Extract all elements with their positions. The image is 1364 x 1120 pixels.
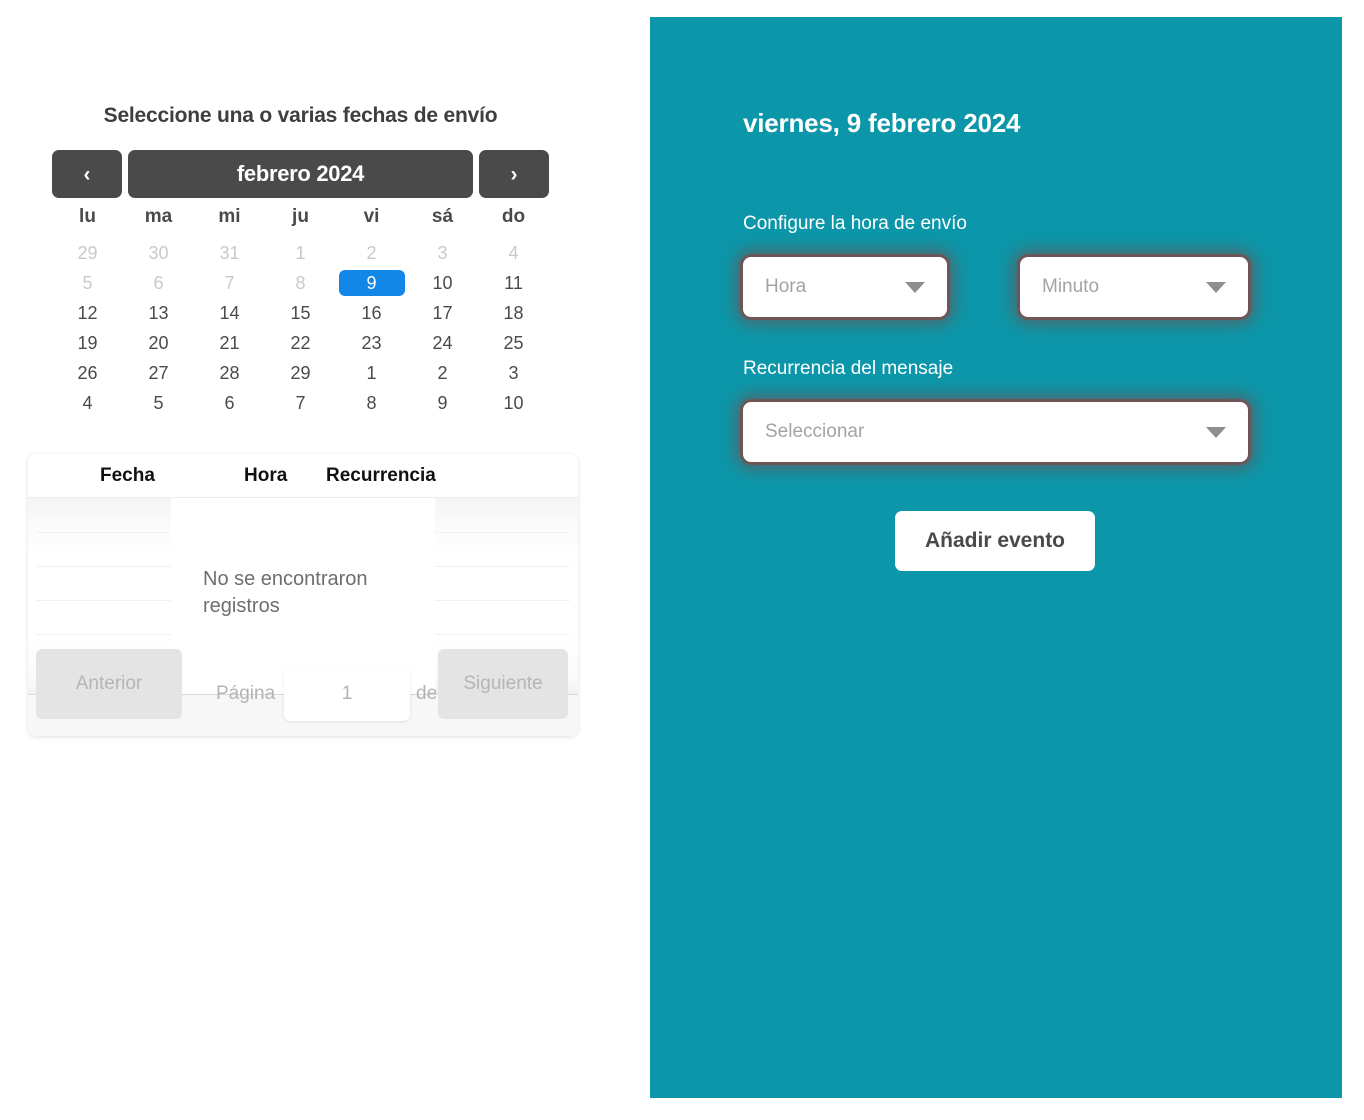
calendar-day[interactable]: 6 xyxy=(206,390,254,416)
weekday-header-do: do xyxy=(501,206,526,227)
calendar-day[interactable]: 19 xyxy=(64,330,112,356)
pagination-bar: Anterior Página de 1 Siguiente xyxy=(28,649,578,736)
calendar-day[interactable]: 10 xyxy=(419,270,467,296)
calendar-day[interactable]: 20 xyxy=(135,330,183,356)
calendar-panel: Seleccione una o varias fechas de envío … xyxy=(0,0,650,1120)
calendar-days-grid: 29 30 31 1 2 3 4 5 6 7 8 9 10 11 12 13 14 15 16 17 18 19 20 21 2… xyxy=(52,238,549,418)
calendar-title: Seleccione una o varias fechas de envío xyxy=(103,104,498,127)
weekday-header-mi: mi xyxy=(218,206,241,227)
calendar-day-selected[interactable]: 9 xyxy=(338,270,405,296)
calendar-nav: ‹ febrero 2024 › xyxy=(52,150,549,198)
empty-state-message: No se encontraron registros xyxy=(203,568,368,617)
pagination-page-label: Página xyxy=(216,683,276,704)
calendar-day[interactable]: 22 xyxy=(277,330,325,356)
recurrence-section-label: Recurrencia del mensaje xyxy=(743,358,954,379)
calendar-day[interactable]: 29 xyxy=(64,240,112,266)
column-header-fecha[interactable]: Fecha xyxy=(100,465,155,487)
chevron-down-icon xyxy=(1206,427,1226,438)
calendar-day[interactable]: 25 xyxy=(490,330,538,356)
minute-select-placeholder: Minuto xyxy=(1042,276,1100,297)
next-month-button[interactable]: › xyxy=(479,150,549,198)
calendar-day[interactable]: 23 xyxy=(348,330,396,356)
calendar-day[interactable]: 6 xyxy=(135,270,183,296)
page-root: Seleccione una o varias fechas de envío … xyxy=(0,0,1364,1120)
events-table-card: Fecha Hora Recurrencia No se encontraron… xyxy=(28,454,578,736)
prev-month-button[interactable]: ‹ xyxy=(52,150,122,198)
column-header-hora[interactable]: Hora xyxy=(244,465,287,487)
calendar-day[interactable]: 31 xyxy=(206,240,254,266)
calendar-day[interactable]: 3 xyxy=(419,240,467,266)
calendar-day[interactable]: 10 xyxy=(490,390,538,416)
weekday-header-lu: lu xyxy=(79,206,96,227)
calendar-day[interactable]: 13 xyxy=(135,300,183,326)
events-table-header: Fecha Hora Recurrencia xyxy=(28,454,578,498)
calendar-day[interactable]: 16 xyxy=(348,300,396,326)
calendar-day[interactable]: 21 xyxy=(206,330,254,356)
minute-select[interactable]: Minuto xyxy=(1020,257,1248,317)
calendar-day[interactable]: 18 xyxy=(490,300,538,326)
calendar-day[interactable]: 8 xyxy=(348,390,396,416)
calendar-day[interactable]: 27 xyxy=(135,360,183,386)
page-number-input[interactable] xyxy=(284,667,410,721)
chevron-down-icon xyxy=(905,282,925,293)
calendar-day[interactable]: 30 xyxy=(135,240,183,266)
calendar-day[interactable]: 1 xyxy=(348,360,396,386)
calendar-day[interactable]: 11 xyxy=(490,270,538,296)
weekday-header-ju: ju xyxy=(292,206,309,227)
calendar-day[interactable]: 24 xyxy=(419,330,467,356)
calendar-day[interactable]: 12 xyxy=(64,300,112,326)
recurrence-select[interactable]: Seleccionar xyxy=(743,402,1248,462)
time-section-label: Configure la hora de envío xyxy=(743,213,967,234)
calendar-day[interactable]: 26 xyxy=(64,360,112,386)
calendar-day[interactable]: 4 xyxy=(490,240,538,266)
next-page-button[interactable]: Siguiente xyxy=(438,649,568,719)
weekday-header-sá: sá xyxy=(431,206,454,227)
calendar-day[interactable]: 2 xyxy=(348,240,396,266)
hour-select-placeholder: Hora xyxy=(765,276,807,297)
calendar-day[interactable]: 5 xyxy=(135,390,183,416)
calendar-day[interactable]: 8 xyxy=(277,270,325,296)
weekday-header-row: lu ma mi ju vi sá do xyxy=(52,206,549,228)
column-header-recurrencia[interactable]: Recurrencia xyxy=(326,465,436,487)
month-year-label[interactable]: febrero 2024 xyxy=(128,150,473,198)
add-event-button[interactable]: Añadir evento xyxy=(895,511,1095,571)
calendar-day[interactable]: 7 xyxy=(206,270,254,296)
calendar-day[interactable]: 3 xyxy=(490,360,538,386)
weekday-header-vi: vi xyxy=(363,206,380,227)
selected-date-heading: viernes, 9 febrero 2024 xyxy=(743,108,1021,138)
calendar-day[interactable]: 2 xyxy=(419,360,467,386)
calendar-day[interactable]: 28 xyxy=(206,360,254,386)
calendar-day[interactable]: 5 xyxy=(64,270,112,296)
weekday-header-ma: ma xyxy=(144,206,173,227)
event-config-panel: viernes, 9 febrero 2024 Configure la hor… xyxy=(650,17,1342,1098)
recurrence-select-placeholder: Seleccionar xyxy=(765,421,865,442)
calendar-day[interactable]: 1 xyxy=(277,240,325,266)
calendar-day[interactable]: 4 xyxy=(64,390,112,416)
calendar-day[interactable]: 29 xyxy=(277,360,325,386)
calendar-day[interactable]: 15 xyxy=(277,300,325,326)
calendar-day[interactable]: 14 xyxy=(206,300,254,326)
calendar-day[interactable]: 9 xyxy=(419,390,467,416)
previous-page-button[interactable]: Anterior xyxy=(36,649,182,719)
chevron-down-icon xyxy=(1206,282,1226,293)
calendar-day[interactable]: 7 xyxy=(277,390,325,416)
hour-select[interactable]: Hora xyxy=(743,257,947,317)
calendar-day[interactable]: 17 xyxy=(419,300,467,326)
